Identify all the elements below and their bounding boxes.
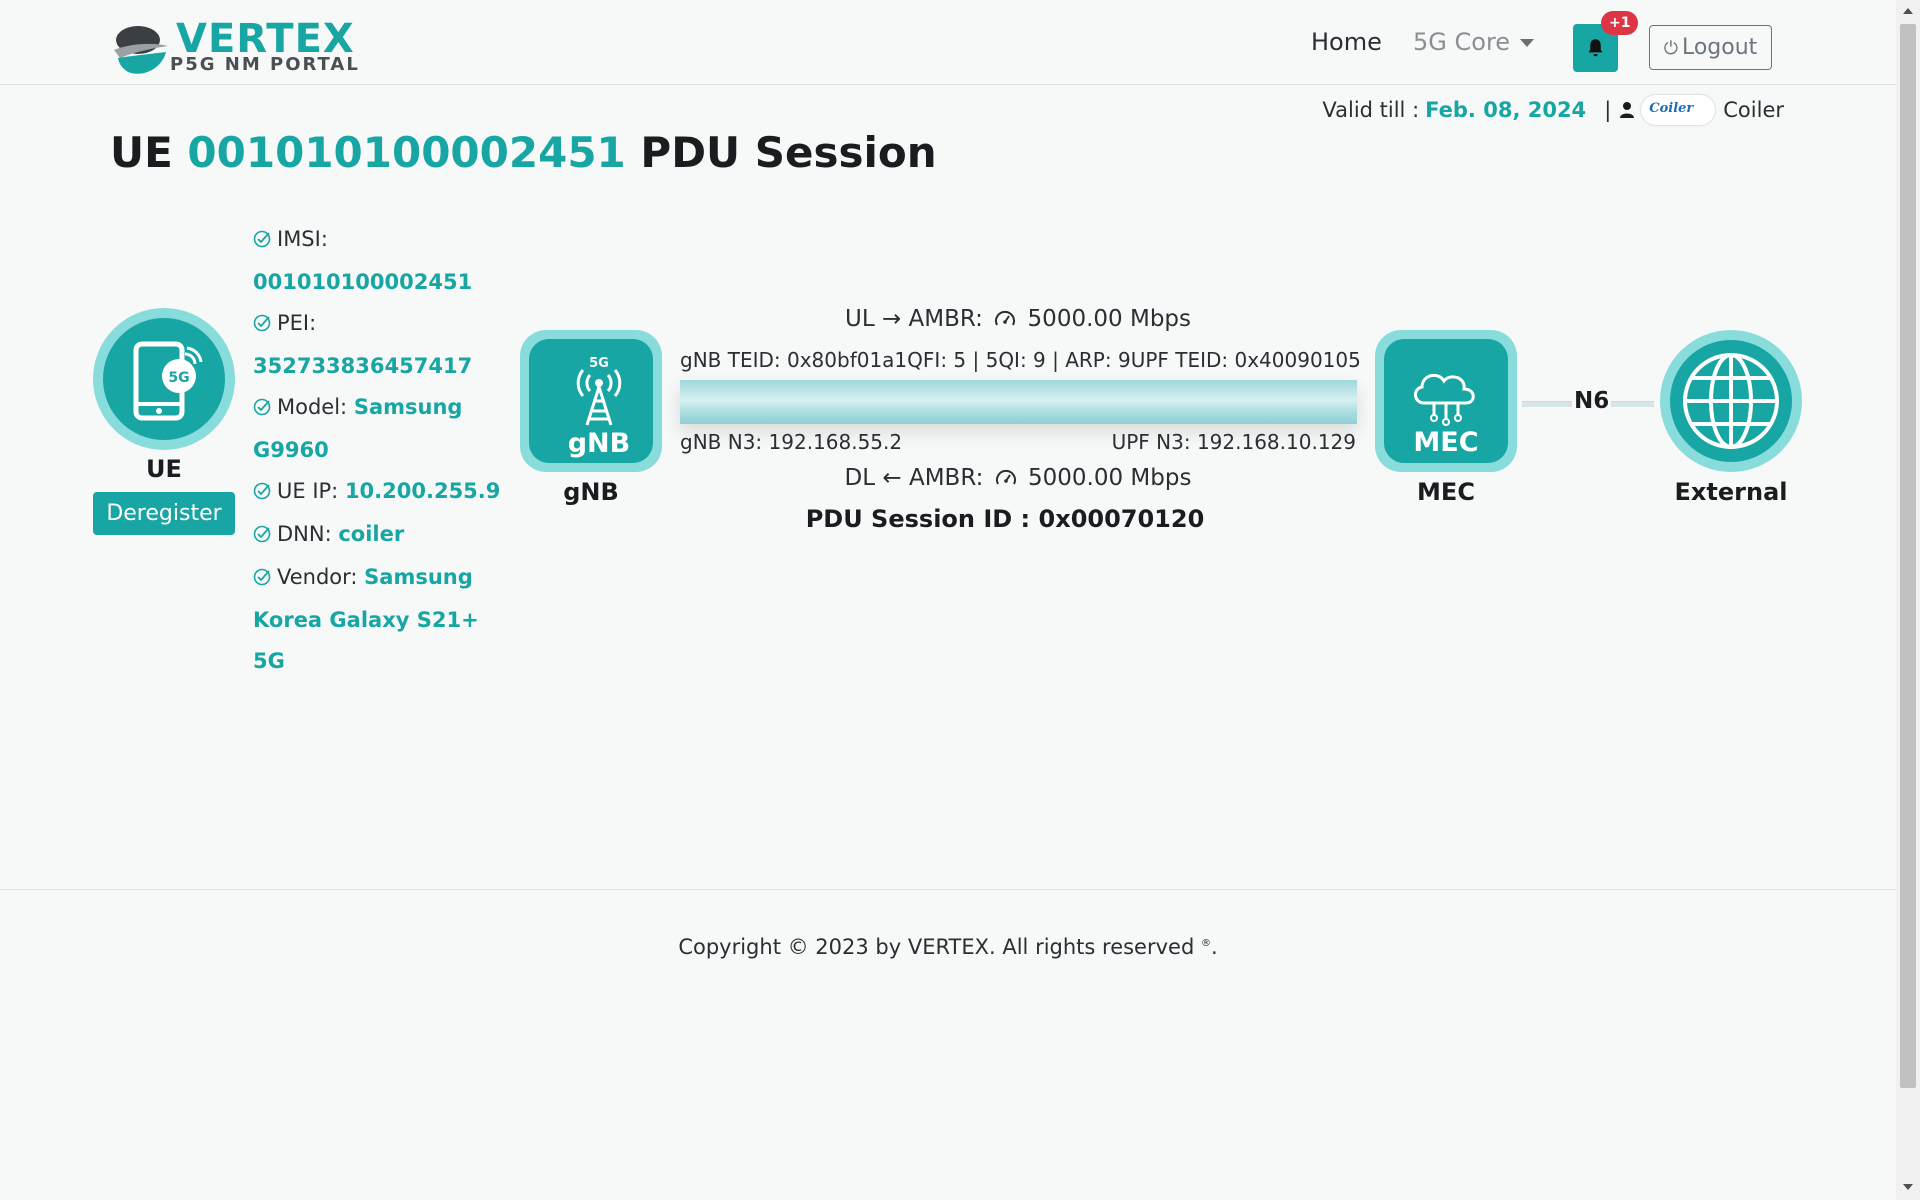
downlink-ambr: DL ← AMBR: 5000.00 Mbps [680, 465, 1356, 494]
logout-button[interactable]: ⏻ Logout [1649, 25, 1772, 70]
valid-till-date: Feb. 08, 2024 [1425, 98, 1587, 122]
deregister-button[interactable]: Deregister [93, 492, 235, 535]
user-avatar: Coiler [1641, 95, 1716, 125]
nav-home-link[interactable]: Home [1311, 28, 1382, 56]
account-validity: Valid till : Feb. 08, 2024 | Coiler Coil… [1322, 95, 1784, 125]
dnn-row: DNN: coiler [253, 514, 513, 557]
gtp-tunnel-pipe [680, 380, 1357, 424]
nav-5g-core-dropdown[interactable]: 5G Core [1413, 28, 1535, 56]
n6-label: N6 [1572, 388, 1612, 414]
scroll-down-arrow-icon[interactable] [1903, 1184, 1913, 1190]
check-circle-icon [253, 516, 271, 557]
bell-icon [1588, 39, 1603, 57]
gnb-label: gNB [563, 478, 619, 506]
scrollbar-thumb[interactable] [1900, 24, 1916, 1088]
ue-icon-5g-text: 5G [168, 370, 189, 386]
imsi-label: IMSI: [277, 227, 328, 251]
dnn-value: coiler [338, 522, 405, 546]
cell-tower-icon: 5G gNB [568, 356, 631, 459]
smartphone-5g-icon: 5G [133, 341, 203, 421]
mec-node: MEC [1375, 330, 1517, 472]
copyright-text: Copyright © 2023 by VERTEX. All rights r… [0, 935, 1896, 959]
upf-n3-address: UPF N3: 192.168.10.129 [1111, 430, 1356, 454]
vendor-label: Vendor: [277, 565, 358, 589]
separator: | [1604, 98, 1612, 122]
title-prefix: UE [110, 128, 173, 177]
gnb-n3-address: gNB N3: 192.168.55.2 [680, 430, 903, 454]
user-icon [1620, 102, 1635, 118]
check-circle-icon [253, 305, 271, 346]
ue-ip-label: UE IP: [277, 479, 339, 503]
page-title: UE 001010100002451 PDU Session [110, 128, 937, 177]
gnb-icon-5g-text: 5G [589, 356, 609, 371]
model-label: Model: [277, 395, 348, 419]
notification-badge: +1 [1601, 11, 1639, 35]
ue-ip-row: UE IP: 10.200.255.9 [253, 471, 513, 514]
pei-value: 352733836457417 [253, 354, 473, 378]
globe-icon [1683, 353, 1779, 449]
brand-subtitle: P5G NM PORTAL [170, 54, 360, 75]
logout-label: Logout [1681, 35, 1758, 60]
navbar: VERTEX P5G NM PORTAL Home 5G Core +1 ⏻ Lo… [0, 0, 1896, 85]
registered-mark: ® [1200, 938, 1211, 949]
external-label: External [1674, 478, 1788, 506]
upf-teid: UPF TEID: 0x40090105 [1130, 348, 1361, 372]
nav-5g-core-label: 5G Core [1413, 28, 1511, 56]
check-circle-icon [253, 221, 271, 262]
footer-divider [0, 889, 1896, 890]
logo-swoosh-icon [114, 26, 168, 74]
user-name[interactable]: Coiler [1723, 98, 1784, 122]
uplink-ambr: UL → AMBR: 5000.00 Mbps [680, 306, 1356, 335]
pei-label: PEI: [277, 311, 317, 335]
ue-node: 5G [93, 308, 235, 450]
cloud-network-icon: MEC [1413, 373, 1479, 458]
downlink-ambr-label: DL ← AMBR: [844, 465, 984, 491]
tunnel-ids: gNB TEID: 0x80bf01a1 QFI: 5 | 5QI: 9 | A… [680, 348, 1361, 372]
avatar-brand-text: Coiler [1649, 101, 1694, 116]
gnb-node: 5G gNB [520, 330, 662, 472]
qos-params: QFI: 5 | 5QI: 9 | ARP: 9 [907, 348, 1131, 372]
model-row: Model: Samsung G9960 [253, 387, 513, 471]
gnb-teid: gNB TEID: 0x80bf01a1 [680, 348, 908, 372]
check-circle-icon [253, 559, 271, 600]
n3-addresses: gNB N3: 192.168.55.2 UPF N3: 192.168.10.… [680, 430, 1356, 454]
power-icon: ⏻ [1663, 38, 1678, 59]
copyright-label: Copyright © 2023 by VERTEX. All rights r… [678, 935, 1195, 959]
check-circle-icon [253, 473, 271, 514]
speedometer-icon [994, 309, 1016, 335]
imsi-value: 001010100002451 [253, 270, 473, 294]
uplink-ambr-value: 5000.00 Mbps [1027, 306, 1191, 332]
external-node [1660, 330, 1802, 472]
title-suffix: PDU Session [640, 128, 937, 177]
ue-details: IMSI: 001010100002451 PEI: 3527338364574… [253, 219, 513, 682]
vendor-row: Vendor: Samsung Korea Galaxy S21+ 5G [253, 557, 513, 682]
speedometer-icon [995, 468, 1017, 494]
imsi-row: IMSI: 001010100002451 [253, 219, 513, 303]
mec-icon-text: MEC [1413, 427, 1478, 458]
check-circle-icon [253, 389, 271, 430]
ue-label: UE [146, 455, 182, 483]
pdu-session-id: PDU Session ID : 0x00070120 [805, 505, 1205, 533]
title-ue-id: 001010100002451 [187, 128, 626, 177]
scroll-up-arrow-icon[interactable] [1903, 8, 1913, 14]
caret-down-icon [1520, 39, 1535, 47]
copyright-period: . [1210, 935, 1218, 959]
gnb-icon-text: gNB [568, 428, 631, 459]
ue-ip-value: 10.200.255.9 [344, 479, 501, 503]
downlink-ambr-value: 5000.00 Mbps [1027, 465, 1192, 491]
mec-label: MEC [1417, 478, 1475, 506]
valid-till-label: Valid till : [1322, 98, 1420, 122]
dnn-label: DNN: [277, 522, 332, 546]
uplink-ambr-label: UL → AMBR: [845, 306, 983, 332]
pei-row: PEI: 352733836457417 [253, 303, 513, 387]
